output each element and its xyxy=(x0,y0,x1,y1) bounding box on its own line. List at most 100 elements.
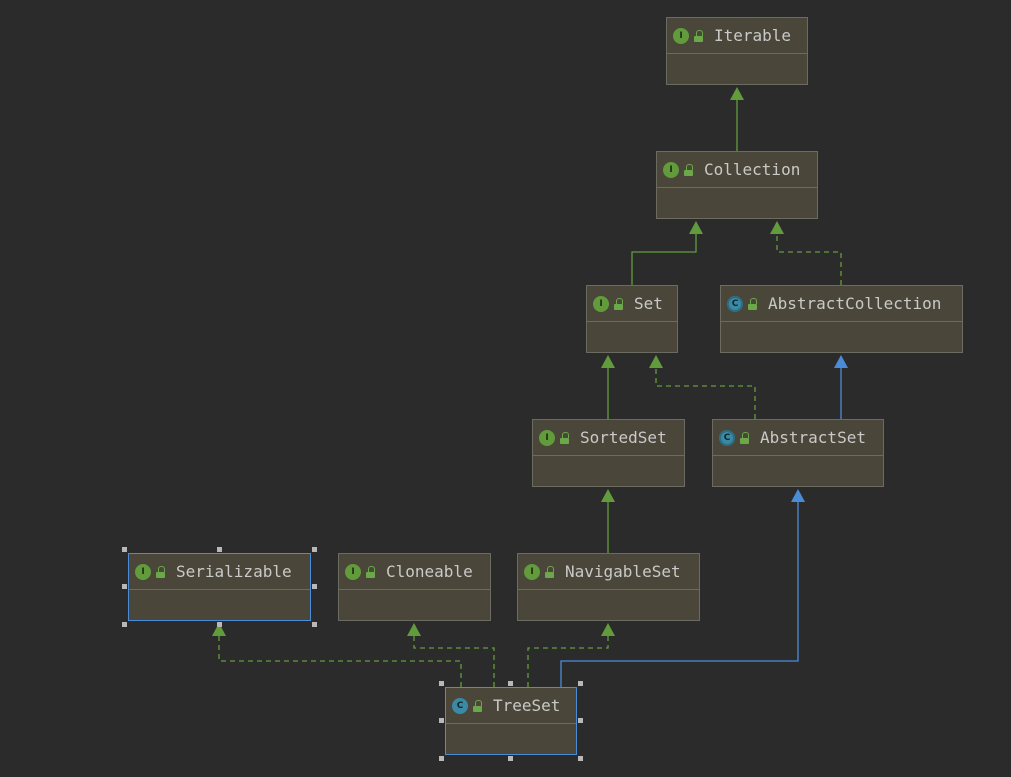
class-node-name: NavigableSet xyxy=(565,562,681,581)
class-node-members xyxy=(721,322,962,352)
interface-icon: I xyxy=(135,563,151,580)
class-node-abstractcollection[interactable]: C AbstractCollection xyxy=(720,285,963,353)
interface-icon: I xyxy=(673,27,689,44)
public-access-icon xyxy=(684,163,694,176)
class-node-name: Serializable xyxy=(176,562,292,581)
edge-arrowhead xyxy=(791,489,805,502)
edge-line xyxy=(655,368,756,419)
class-node-members xyxy=(667,54,807,84)
class-node-members xyxy=(533,456,684,486)
edge-treeset-to-cloneable xyxy=(407,623,495,687)
class-node-iterable[interactable]: I Iterable xyxy=(666,17,808,85)
selection-resize-handle[interactable] xyxy=(216,622,222,627)
abstract-class-icon: C xyxy=(727,295,743,312)
edge-abstractset-to-abstractcollection xyxy=(834,355,848,419)
selection-resize-handle[interactable] xyxy=(122,622,127,627)
class-node-members xyxy=(339,590,490,620)
edge-arrowhead xyxy=(601,623,615,636)
edge-line xyxy=(413,636,495,687)
class-node-name: SortedSet xyxy=(580,428,667,447)
edge-arrowhead xyxy=(407,623,421,636)
edge-arrowhead xyxy=(834,355,848,368)
selection-resize-handle[interactable] xyxy=(578,718,583,723)
edge-arrowhead xyxy=(601,489,615,502)
class-node-header: I Iterable xyxy=(667,18,807,54)
edge-arrowhead xyxy=(730,87,744,100)
interface-icon: I xyxy=(345,563,361,580)
edge-sortedset-to-set xyxy=(601,355,615,419)
class-node-header: I Set xyxy=(587,286,677,322)
edge-line xyxy=(218,636,462,687)
class-node-collection[interactable]: I Collection xyxy=(656,151,818,219)
public-access-icon xyxy=(366,565,376,578)
public-access-icon xyxy=(156,565,166,578)
edge-collection-to-iterable xyxy=(730,87,744,151)
selection-resize-handle[interactable] xyxy=(312,547,317,552)
class-node-members xyxy=(129,590,310,620)
class-node-header: I NavigableSet xyxy=(518,554,699,590)
class-node-name: Cloneable xyxy=(386,562,473,581)
class-node-name: AbstractCollection xyxy=(768,294,942,313)
class-icon: C xyxy=(452,697,468,714)
edge-navigableset-to-sortedset xyxy=(601,489,615,553)
selection-resize-handle[interactable] xyxy=(578,756,583,761)
class-node-name: Iterable xyxy=(714,26,792,45)
class-node-serializable[interactable]: I Serializable xyxy=(128,553,311,621)
selection-resize-handle[interactable] xyxy=(578,681,583,686)
interface-icon: I xyxy=(663,161,679,178)
class-node-sortedset[interactable]: I SortedSet xyxy=(532,419,685,487)
public-access-icon xyxy=(614,297,624,310)
class-node-members xyxy=(713,456,883,486)
class-node-header: I Serializable xyxy=(129,554,310,590)
interface-icon: I xyxy=(593,295,609,312)
edge-line xyxy=(776,234,842,285)
edge-arrowhead xyxy=(689,221,703,234)
class-node-members xyxy=(446,724,576,754)
class-node-name: AbstractSet xyxy=(760,428,866,447)
class-node-header: C TreeSet xyxy=(446,688,576,724)
class-node-members xyxy=(587,322,677,352)
public-access-icon xyxy=(473,699,483,712)
public-access-icon xyxy=(545,565,555,578)
selection-resize-handle[interactable] xyxy=(508,681,513,686)
selection-resize-handle[interactable] xyxy=(439,718,444,723)
class-node-navigableset[interactable]: I NavigableSet xyxy=(517,553,700,621)
edge-arrowhead xyxy=(770,221,784,234)
edge-line xyxy=(631,234,697,285)
uml-diagram-canvas[interactable]: I Iterable I Collection I Set C AbstractCollect… xyxy=(0,0,1011,777)
class-node-name: TreeSet xyxy=(493,696,561,715)
interface-icon: I xyxy=(539,429,555,446)
class-node-members xyxy=(518,590,699,620)
class-node-header: I Cloneable xyxy=(339,554,490,590)
class-node-cloneable[interactable]: I Cloneable xyxy=(338,553,491,621)
class-node-header: C AbstractCollection xyxy=(721,286,962,322)
class-node-abstractset[interactable]: C AbstractSet xyxy=(712,419,884,487)
edge-arrowhead xyxy=(649,355,663,368)
class-node-members xyxy=(657,188,817,218)
class-node-treeset[interactable]: C TreeSet xyxy=(445,687,577,755)
class-node-header: I SortedSet xyxy=(533,420,684,456)
class-node-name: Collection xyxy=(704,160,801,179)
edge-arrowhead xyxy=(601,355,615,368)
selection-resize-handle[interactable] xyxy=(439,756,444,761)
public-access-icon xyxy=(748,297,758,310)
edge-set-to-collection xyxy=(631,221,703,285)
selection-resize-handle[interactable] xyxy=(508,756,513,761)
selection-resize-handle[interactable] xyxy=(439,681,444,686)
public-access-icon xyxy=(740,431,750,444)
selection-resize-handle[interactable] xyxy=(122,584,127,589)
class-node-header: C AbstractSet xyxy=(713,420,883,456)
selection-resize-handle[interactable] xyxy=(312,584,317,589)
relation-edges xyxy=(212,87,848,687)
edge-abstractcollection-to-collection xyxy=(770,221,842,285)
selection-resize-handle[interactable] xyxy=(122,547,127,552)
class-node-name: Set xyxy=(634,294,663,313)
selection-resize-handle[interactable] xyxy=(216,547,222,552)
public-access-icon xyxy=(560,431,570,444)
class-node-set[interactable]: I Set xyxy=(586,285,678,353)
public-access-icon xyxy=(694,29,704,42)
selection-resize-handle[interactable] xyxy=(312,622,317,627)
abstract-class-icon: C xyxy=(719,429,735,446)
edge-abstractset-to-set xyxy=(649,355,756,419)
interface-icon: I xyxy=(524,563,540,580)
